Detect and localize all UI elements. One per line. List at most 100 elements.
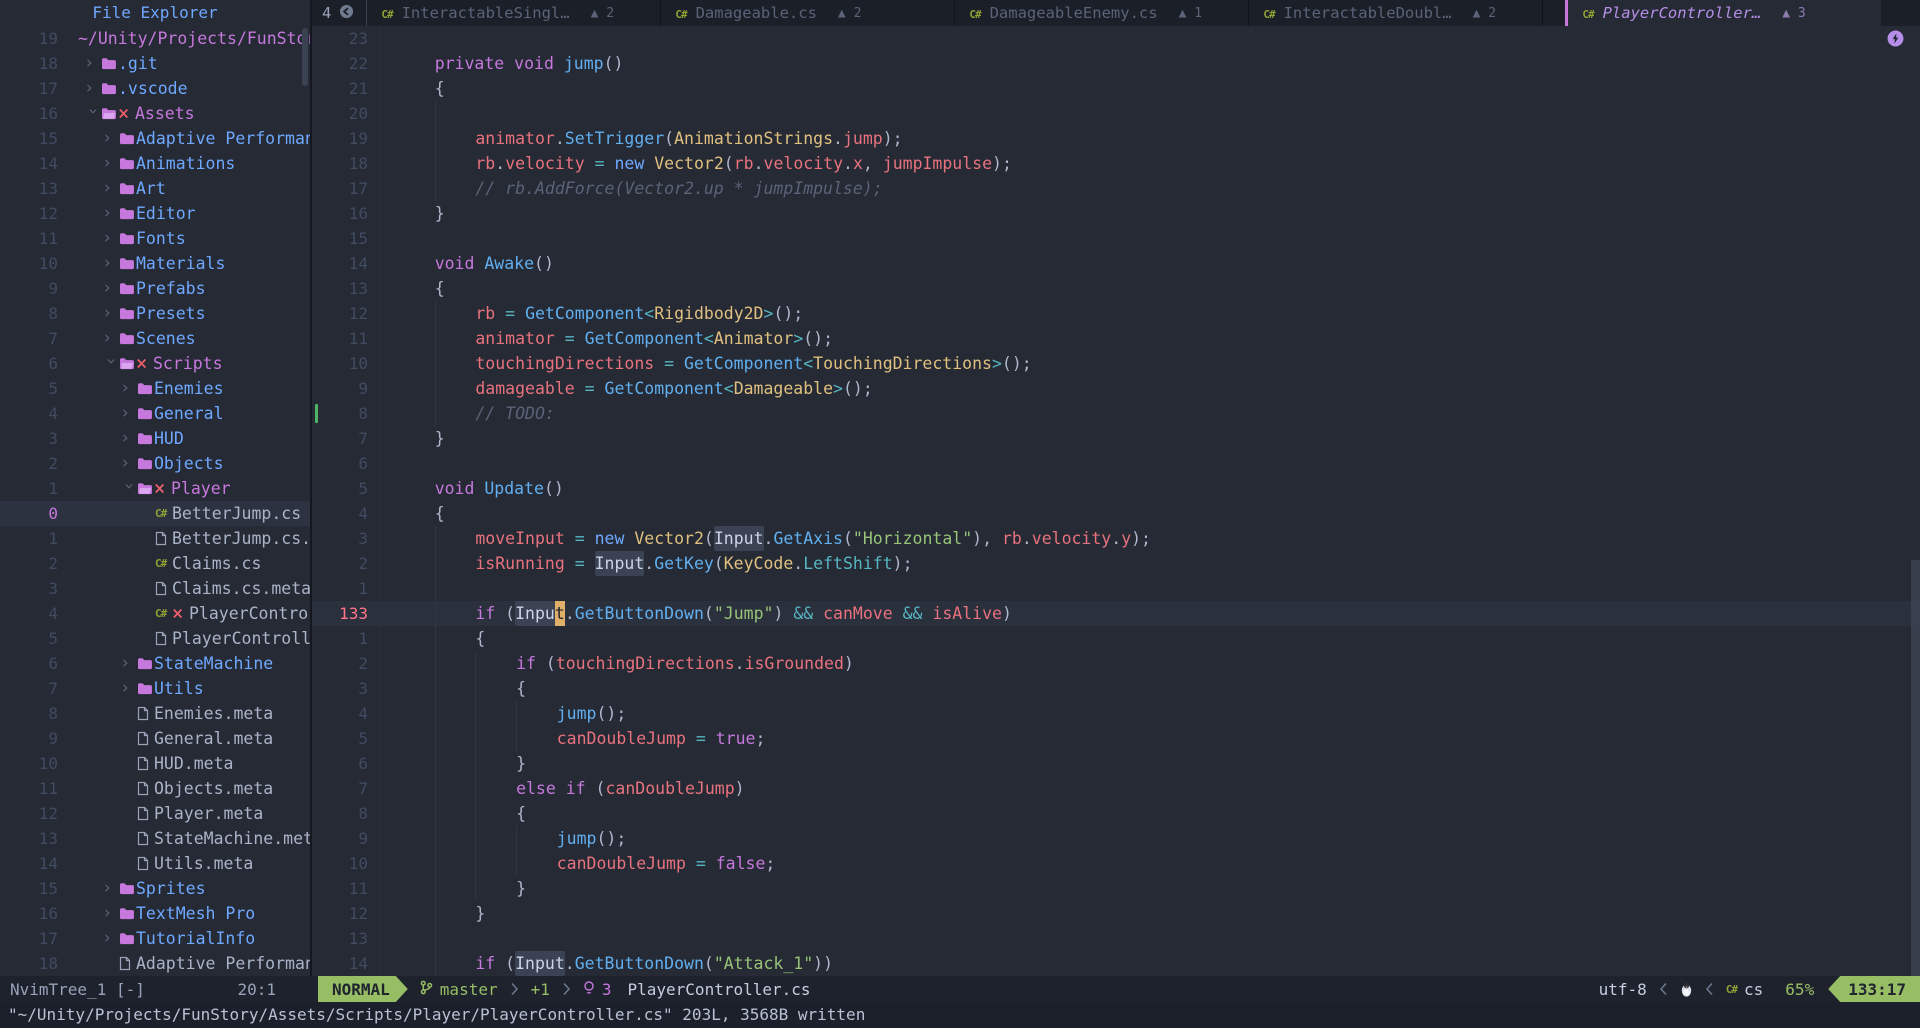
tree-item-file[interactable]: 9 General.meta bbox=[0, 726, 310, 751]
tree-item-folder[interactable]: 18›.git bbox=[0, 51, 310, 76]
tree-item-file[interactable]: 5 PlayerControll bbox=[0, 626, 310, 651]
code-line[interactable]: 1{ bbox=[312, 626, 1920, 651]
line-number: 22 bbox=[322, 51, 368, 76]
tree-item-folder[interactable]: 15›Sprites bbox=[0, 876, 310, 901]
code-line[interactable]: 3{ bbox=[312, 676, 1920, 701]
tree-item-file[interactable]: 8 Enemies.meta bbox=[0, 701, 310, 726]
code-line[interactable]: 8{ bbox=[312, 801, 1920, 826]
code-line[interactable]: 12rb = GetComponent<Rigidbody2D>(); bbox=[312, 301, 1920, 326]
tree-item-file[interactable]: 10 HUD.meta bbox=[0, 751, 310, 776]
sign-column bbox=[312, 301, 322, 326]
code-line[interactable]: 8// TODO: bbox=[312, 401, 1920, 426]
folder-name: Enemies bbox=[154, 376, 224, 401]
tab-damageableenemy-cs[interactable]: C#DamageableEnemy.cs▲ 1 bbox=[955, 0, 1249, 26]
tree-item-folder[interactable]: 16›Assets bbox=[0, 101, 310, 126]
code-line[interactable]: 3moveInput = new Vector2(Input.GetAxis("… bbox=[312, 526, 1920, 551]
csharp-file-icon: C# bbox=[155, 601, 172, 626]
tree-item-folder[interactable]: 12›Editor bbox=[0, 201, 310, 226]
code-line[interactable]: 13{ bbox=[312, 276, 1920, 301]
code-line[interactable]: 15 bbox=[312, 226, 1920, 251]
code-line[interactable]: 7} bbox=[312, 426, 1920, 451]
tree-item-file[interactable]: 0 C#BetterJump.cs bbox=[0, 501, 310, 526]
tree-item-file[interactable]: 18 Adaptive Performan bbox=[0, 951, 310, 976]
tree-item-folder[interactable]: 14›Animations bbox=[0, 151, 310, 176]
code-line[interactable]: 5void Update() bbox=[312, 476, 1920, 501]
code-line[interactable]: 133if (Input.GetButtonDown("Jump") && ca… bbox=[312, 601, 1920, 626]
indent-guide bbox=[435, 401, 476, 426]
code-line[interactable]: 19animator.SetTrigger(AnimationStrings.j… bbox=[312, 126, 1920, 151]
tree-item-folder[interactable]: 1›Player bbox=[0, 476, 310, 501]
tree-item-file[interactable]: 12 Player.meta bbox=[0, 801, 310, 826]
tree-item-folder[interactable]: 4›General bbox=[0, 401, 310, 426]
scroll-progress: 65% bbox=[1785, 980, 1814, 999]
tab-interactabledoubl-[interactable]: C#InteractableDoubl…▲ 2 bbox=[1249, 0, 1543, 26]
tab-damageable-cs[interactable]: C#Damageable.cs▲ 2 bbox=[661, 0, 955, 26]
tree-item-folder[interactable]: 11›Fonts bbox=[0, 226, 310, 251]
tree-item-folder[interactable]: 7›Utils bbox=[0, 676, 310, 701]
tree-item-folder[interactable]: 9›Prefabs bbox=[0, 276, 310, 301]
tree-item-file[interactable]: 13 StateMachine.met bbox=[0, 826, 310, 851]
circle-left-arrow-icon[interactable] bbox=[339, 4, 354, 23]
code-line[interactable]: 9damageable = GetComponent<Damageable>()… bbox=[312, 376, 1920, 401]
code-line[interactable]: 7else if (canDoubleJump) bbox=[312, 776, 1920, 801]
code-line[interactable]: 18rb.velocity = new Vector2(rb.velocity.… bbox=[312, 151, 1920, 176]
tree-item-folder[interactable]: 6›StateMachine bbox=[0, 651, 310, 676]
tree-line-number: 17 bbox=[0, 76, 70, 101]
code-line[interactable]: 4{ bbox=[312, 501, 1920, 526]
code-line[interactable]: 13 bbox=[312, 926, 1920, 951]
code-line[interactable]: 22private void jump() bbox=[312, 51, 1920, 76]
code-line[interactable]: 11} bbox=[312, 876, 1920, 901]
tree-item-folder[interactable]: 17›TutorialInfo bbox=[0, 926, 310, 951]
code-line[interactable]: 1 bbox=[312, 576, 1920, 601]
tree-item-folder[interactable]: 13›Art bbox=[0, 176, 310, 201]
tree-item-folder[interactable]: 16›TextMesh Pro bbox=[0, 901, 310, 926]
tree-item-folder[interactable]: 5›Enemies bbox=[0, 376, 310, 401]
tree-item-folder[interactable]: 2›Objects bbox=[0, 451, 310, 476]
code-line[interactable]: 9jump(); bbox=[312, 826, 1920, 851]
code-line[interactable]: 14void Awake() bbox=[312, 251, 1920, 276]
tree-line-number: 7 bbox=[0, 676, 70, 701]
tree-item-folder[interactable]: 10›Materials bbox=[0, 251, 310, 276]
code-line[interactable]: 11animator = GetComponent<Animator>(); bbox=[312, 326, 1920, 351]
line-number: 7 bbox=[322, 426, 368, 451]
tree-item-folder[interactable]: 6›Scripts bbox=[0, 351, 310, 376]
code-line[interactable]: 23 bbox=[312, 26, 1920, 51]
tab-playercontroller-[interactable]: C#PlayerController…▲ 3 bbox=[1565, 0, 1881, 26]
file-icon bbox=[137, 806, 154, 821]
code-line[interactable]: 6} bbox=[312, 751, 1920, 776]
code-line[interactable]: 5canDoubleJump = true; bbox=[312, 726, 1920, 751]
folder-icon bbox=[137, 407, 154, 420]
tab-interactablesingl-[interactable]: C#InteractableSingl…▲ 2 bbox=[367, 0, 661, 26]
tree-item-file[interactable]: 11 Objects.meta bbox=[0, 776, 310, 801]
sidebar-scrollbar-thumb[interactable] bbox=[302, 28, 308, 86]
code-line[interactable]: 2if (touchingDirections.isGrounded) bbox=[312, 651, 1920, 676]
tree-item-folder[interactable]: 8›Presets bbox=[0, 301, 310, 326]
tree-item-file[interactable]: 2 C#Claims.cs bbox=[0, 551, 310, 576]
code-line[interactable]: 10touchingDirections = GetComponent<Touc… bbox=[312, 351, 1920, 376]
tree-item-file[interactable]: 3 Claims.cs.meta bbox=[0, 576, 310, 601]
code-line[interactable]: 17// rb.AddForce(Vector2.up * jumpImpuls… bbox=[312, 176, 1920, 201]
tree-root-row[interactable]: 19~/Unity/Projects/FunStor bbox=[0, 26, 310, 51]
code-line[interactable]: 21{ bbox=[312, 76, 1920, 101]
tree-item-file[interactable]: 14 Utils.meta bbox=[0, 851, 310, 876]
code-line[interactable]: 10canDoubleJump = false; bbox=[312, 851, 1920, 876]
tree-item-file[interactable]: 1 BetterJump.cs. bbox=[0, 526, 310, 551]
code-line[interactable]: 6 bbox=[312, 451, 1920, 476]
lightning-bolt-icon[interactable] bbox=[1887, 30, 1904, 47]
tree-item-folder[interactable]: 17›.vscode bbox=[0, 76, 310, 101]
tree-item-folder[interactable]: 15›Adaptive Performan bbox=[0, 126, 310, 151]
tree-item-folder[interactable]: 7›Scenes bbox=[0, 326, 310, 351]
code-line[interactable]: 12} bbox=[312, 901, 1920, 926]
sign-column bbox=[312, 501, 322, 526]
code-line[interactable]: 2isRunning = Input.GetKey(KeyCode.LeftSh… bbox=[312, 551, 1920, 576]
editor-scrollbar-thumb[interactable] bbox=[1911, 560, 1920, 976]
code-line[interactable]: 20 bbox=[312, 101, 1920, 126]
code-line[interactable]: 4jump(); bbox=[312, 701, 1920, 726]
code-line[interactable]: 16} bbox=[312, 201, 1920, 226]
tree-item-folder[interactable]: 3›HUD bbox=[0, 426, 310, 451]
sign-column bbox=[312, 476, 322, 501]
tree-item-file[interactable]: 4 C#PlayerContro bbox=[0, 601, 310, 626]
tab-list: C#InteractableSingl…▲ 2C#Damageable.cs▲ … bbox=[367, 0, 1920, 26]
folder-icon bbox=[119, 157, 136, 170]
code-line[interactable]: 14if (Input.GetButtonDown("Attack_1")) bbox=[312, 951, 1920, 976]
